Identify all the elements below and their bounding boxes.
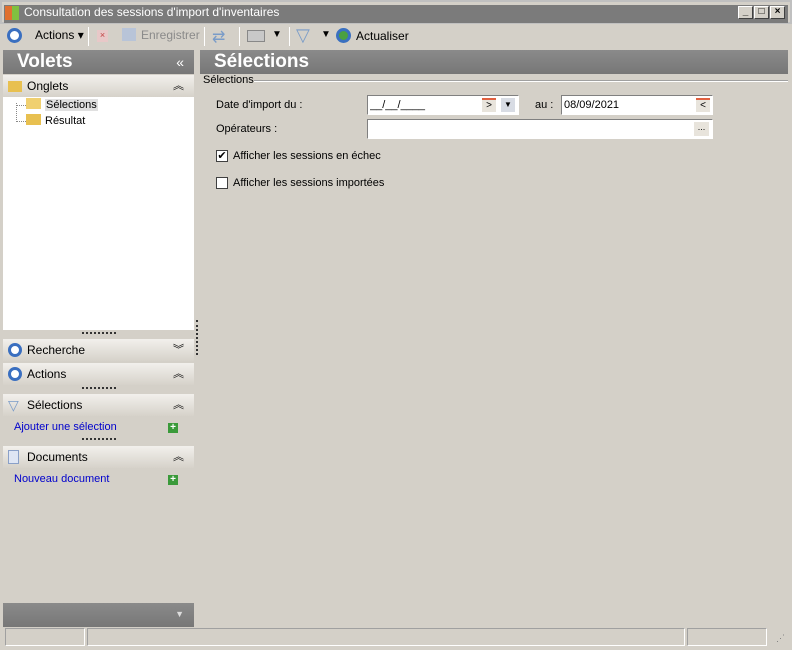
filter-dropdown-icon[interactable]: ▼	[321, 29, 331, 40]
date-from-calendar-icon[interactable]: >	[482, 98, 496, 112]
open-folder-icon	[26, 98, 41, 109]
resize-grip-icon[interactable]: ⋰	[776, 633, 785, 644]
print-dropdown-icon[interactable]: ▼	[272, 29, 282, 40]
actions-section-icon	[8, 367, 22, 381]
panes-menu-icon[interactable]: ▼	[175, 609, 184, 619]
show-failed-checkbox[interactable]: ✔	[216, 150, 228, 162]
operators-input[interactable]	[367, 119, 713, 139]
add-selection-link[interactable]: Ajouter une sélection	[14, 421, 117, 433]
document-icon	[8, 450, 19, 464]
main-title: Sélections	[214, 51, 310, 72]
close-button[interactable]: ×	[770, 6, 785, 19]
actions-label: Actions	[35, 28, 75, 42]
search-section-icon	[8, 343, 22, 357]
operators-browse-button[interactable]: ...	[694, 122, 709, 136]
folder-icon	[8, 81, 22, 92]
tree-item-selections[interactable]: Sélections	[26, 98, 98, 111]
group-divider	[254, 80, 788, 82]
actions-icon	[7, 28, 22, 43]
show-imported-label: Afficher les sessions importées	[233, 177, 385, 189]
section-label: Recherche	[27, 343, 86, 357]
date-from-dropdown-icon[interactable]: ▼	[501, 98, 515, 112]
save-label: Enregistrer	[141, 28, 200, 42]
maximize-button[interactable]: □	[754, 6, 769, 19]
panes-footer: ▼	[3, 603, 194, 627]
print-icon[interactable]	[247, 30, 265, 42]
filter-icon: ▽	[8, 397, 19, 413]
delete-icon[interactable]: ×	[97, 30, 108, 42]
minimize-button[interactable]: _	[738, 6, 753, 19]
show-imported-checkbox[interactable]	[216, 177, 228, 189]
collapse-icon: ︽	[173, 368, 184, 380]
tabs-section-header[interactable]: Onglets ︽	[3, 75, 194, 97]
tree-label: Résultat	[45, 115, 86, 127]
section-label: Sélections	[27, 398, 83, 412]
date-from-label: Date d'import du :	[216, 99, 303, 111]
tabs-header-label: Onglets	[27, 79, 69, 93]
panes-header: Volets «	[3, 50, 194, 74]
new-document-link[interactable]: Nouveau document	[14, 473, 109, 485]
refresh-button[interactable]: Actualiser	[336, 28, 409, 43]
date-to-input[interactable]	[561, 95, 713, 115]
show-failed-label: Afficher les sessions en échec	[233, 150, 381, 162]
toolbar: Actions ▾ × Enregistrer ⇄ ▼ ▽ ▼ Actualis…	[2, 24, 790, 48]
save-button[interactable]: Enregistrer	[122, 28, 200, 42]
sync-icon[interactable]: ⇄	[212, 27, 225, 47]
documents-section-header[interactable]: Documents ︽	[3, 446, 194, 468]
actions-menu-button[interactable]: Actions ▾	[35, 28, 84, 42]
selections-group-label: Sélections	[203, 74, 254, 86]
expand-icon: ︾	[173, 344, 184, 356]
window-title: Consultation des sessions d'import d'inv…	[24, 5, 280, 19]
operators-label: Opérateurs :	[216, 123, 278, 135]
save-icon	[122, 28, 136, 41]
status-pane	[5, 628, 85, 646]
collapse-icon: ︽	[173, 399, 184, 411]
date-from-input[interactable]	[367, 95, 519, 115]
section-label: Documents	[27, 450, 88, 464]
refresh-label: Actualiser	[356, 29, 409, 43]
collapse-panes-button[interactable]: «	[176, 50, 184, 74]
selections-section-header[interactable]: ▽ Sélections ︽	[3, 394, 194, 416]
folder-icon	[26, 114, 41, 125]
app-icon	[5, 6, 19, 20]
collapse-icon: ︽	[173, 80, 184, 92]
date-to-calendar-icon[interactable]: <	[696, 98, 710, 112]
vertical-splitter[interactable]	[196, 320, 198, 355]
filter-icon[interactable]: ▽	[296, 25, 310, 46]
actions-section-header[interactable]: Actions ︽	[3, 363, 194, 385]
status-pane	[687, 628, 767, 646]
new-document-plus-icon[interactable]: +	[168, 475, 178, 485]
status-pane	[87, 628, 685, 646]
tree-item-results[interactable]: Résultat	[26, 114, 85, 127]
section-label: Actions	[27, 367, 67, 381]
search-section-header[interactable]: Recherche ︾	[3, 339, 194, 361]
status-bar: ⋰	[3, 628, 789, 646]
splitter[interactable]	[82, 332, 116, 334]
refresh-icon	[336, 28, 351, 43]
add-selection-plus-icon[interactable]: +	[168, 423, 178, 433]
panes-title: Volets	[17, 51, 73, 72]
tree-label: Sélections	[45, 99, 98, 111]
date-to-label: au :	[535, 99, 554, 111]
main-header: Sélections	[200, 50, 788, 74]
collapse-icon: ︽	[173, 451, 184, 463]
splitter[interactable]	[82, 387, 116, 389]
splitter[interactable]	[82, 438, 116, 440]
tabs-tree: Sélections Résultat	[3, 97, 194, 330]
